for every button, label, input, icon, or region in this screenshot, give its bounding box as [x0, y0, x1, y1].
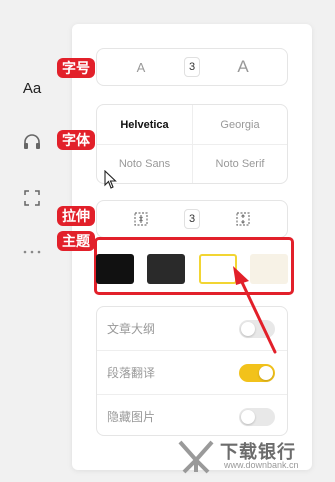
watermark-logo — [178, 440, 214, 474]
watermark-url: www.downbank.cn — [224, 460, 299, 470]
annotation-arrow — [233, 266, 277, 354]
watermark: 下载银行 www.downbank.cn — [176, 432, 326, 476]
mouse-cursor-icon — [104, 170, 117, 189]
